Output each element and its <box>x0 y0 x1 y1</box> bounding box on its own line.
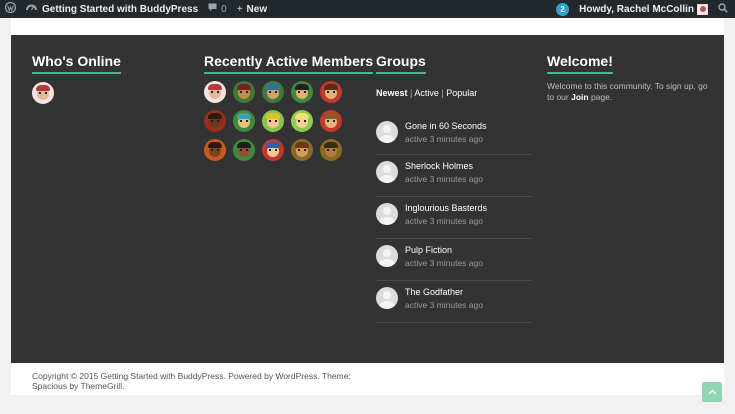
groups-filter-tabs: Newest | Active | Popular <box>376 88 477 98</box>
group-avatar-icon[interactable] <box>376 245 398 267</box>
group-activity: active 3 minutes ago <box>405 174 483 184</box>
site-name-link[interactable]: Getting Started with BuddyPress <box>21 0 203 18</box>
tab-newest[interactable]: Newest <box>376 88 408 98</box>
join-link[interactable]: Join <box>571 92 588 102</box>
group-activity: active 3 minutes ago <box>405 134 483 144</box>
widget-groups: Groups <box>376 35 426 74</box>
group-item: Gone in 60 Seconds active 3 minutes ago <box>376 115 532 155</box>
comments-link[interactable]: 0 <box>203 0 232 18</box>
group-name-link[interactable]: Sherlock Holmes <box>405 161 473 171</box>
notifications-badge: 2 <box>556 2 570 16</box>
group-avatar-icon[interactable] <box>376 161 398 183</box>
footer-widgets: Who's Online Recently Active Members Gro… <box>11 35 724 363</box>
group-name-link[interactable]: The Godfather <box>405 287 463 297</box>
tab-popular[interactable]: Popular <box>446 88 477 98</box>
new-label: New <box>246 3 268 15</box>
members-avatar-grid <box>204 81 342 161</box>
group-item: Inglourious Basterds active 3 minutes ag… <box>376 197 532 239</box>
member-avatar[interactable] <box>291 110 313 132</box>
group-name-link[interactable]: Inglourious Basterds <box>405 203 487 213</box>
welcome-text: Welcome to this community. To sign up, g… <box>547 81 717 103</box>
widget-welcome: Welcome! <box>547 35 613 74</box>
my-account-link[interactable]: Howdy, Rachel McCollin <box>574 0 713 18</box>
member-avatar[interactable] <box>233 139 255 161</box>
groups-list: Gone in 60 Seconds active 3 minutes ago … <box>376 115 532 323</box>
member-avatar[interactable] <box>233 110 255 132</box>
member-avatar[interactable] <box>320 110 342 132</box>
member-avatar[interactable] <box>291 139 313 161</box>
online-member-avatar[interactable] <box>32 82 54 104</box>
member-avatar[interactable] <box>320 81 342 103</box>
widget-recent-members: Recently Active Members <box>204 35 374 74</box>
tab-active[interactable]: Active <box>414 88 439 98</box>
plus-icon: + <box>236 3 243 15</box>
widget-whos-online: Who's Online <box>32 35 121 74</box>
group-item: The Godfather active 3 minutes ago <box>376 281 532 323</box>
widget-title: Recently Active Members <box>204 53 374 74</box>
site-info: Copyright © 2015 Getting Started with Bu… <box>11 363 724 395</box>
comments-count: 0 <box>221 3 227 15</box>
widget-title: Who's Online <box>32 53 121 74</box>
comment-icon <box>208 3 217 15</box>
group-avatar-icon[interactable] <box>376 287 398 309</box>
scroll-to-top-button[interactable] <box>702 382 722 402</box>
tab-separator: | <box>410 88 413 98</box>
admin-bar: Getting Started with BuddyPress 0 + New … <box>0 0 735 18</box>
wordpress-logo-button[interactable] <box>0 0 21 18</box>
group-activity: active 3 minutes ago <box>405 216 483 226</box>
user-avatar <box>697 3 708 15</box>
site-name-label: Getting Started with BuddyPress <box>42 3 199 15</box>
howdy-label: Howdy, Rachel McCollin <box>579 3 694 15</box>
member-avatar[interactable] <box>204 81 226 103</box>
group-item: Pulp Fiction active 3 minutes ago <box>376 239 532 281</box>
content-bottom-strip <box>11 18 724 35</box>
member-avatar[interactable] <box>262 139 284 161</box>
member-avatar[interactable] <box>204 139 226 161</box>
tab-separator: | <box>441 88 444 98</box>
member-avatar[interactable] <box>262 81 284 103</box>
copyright-text: Copyright © 2015 Getting Started with Bu… <box>32 371 351 391</box>
group-name-link[interactable]: Pulp Fiction <box>405 245 452 255</box>
group-name-link[interactable]: Gone in 60 Seconds <box>405 121 487 131</box>
group-activity: active 3 minutes ago <box>405 300 483 310</box>
new-content-link[interactable]: + New <box>232 0 272 18</box>
widget-title: Welcome! <box>547 53 613 74</box>
group-item: Sherlock Holmes active 3 minutes ago <box>376 155 532 197</box>
search-button[interactable] <box>713 0 735 18</box>
member-avatar[interactable] <box>233 81 255 103</box>
wordpress-icon <box>4 1 17 16</box>
widget-title: Groups <box>376 53 426 74</box>
group-avatar-icon[interactable] <box>376 203 398 225</box>
dashboard-icon <box>26 2 37 16</box>
group-activity: active 3 minutes ago <box>405 258 483 268</box>
member-avatar[interactable] <box>262 110 284 132</box>
member-avatar[interactable] <box>291 81 313 103</box>
member-avatar[interactable] <box>204 110 226 132</box>
search-icon <box>718 2 728 16</box>
group-avatar-icon[interactable] <box>376 121 398 143</box>
member-avatar[interactable] <box>320 139 342 161</box>
chevron-up-icon <box>707 387 717 398</box>
welcome-text-after: page. <box>588 92 613 102</box>
notifications-button[interactable]: 2 <box>551 0 574 18</box>
